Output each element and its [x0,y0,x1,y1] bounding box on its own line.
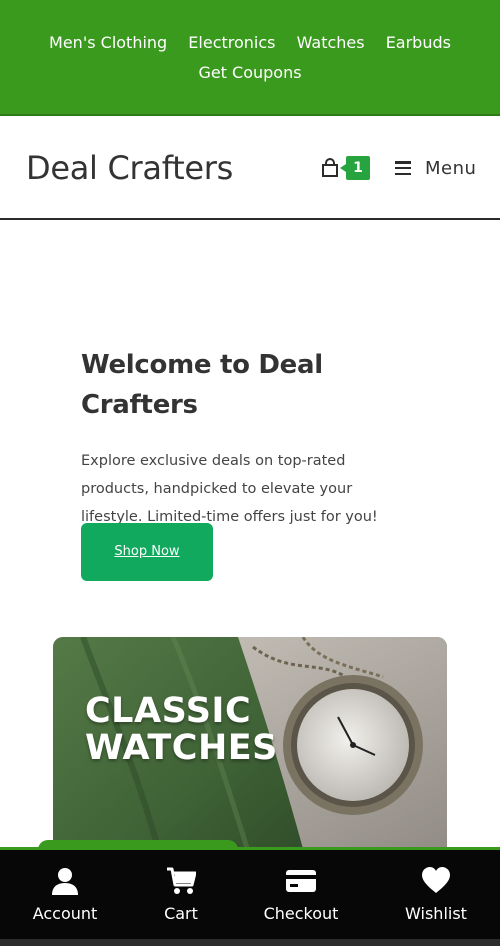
bottom-nav-account[interactable]: Account [10,850,120,939]
hero-title: Welcome to Deal Crafters [81,350,323,420]
top-nav-link-mens-clothing[interactable]: Men's Clothing [49,28,167,58]
bottom-nav-cart[interactable]: Cart [126,850,236,939]
top-nav-link-earbuds[interactable]: Earbuds [386,28,451,58]
banner-title-line1: CLASSIC [85,691,252,731]
bottom-nav-account-label: Account [32,904,98,923]
top-nav-link-watches[interactable]: Watches [297,28,365,58]
system-nav-strip [0,939,500,946]
top-nav: Men's Clothing Electronics Watches Earbu… [30,28,470,88]
top-nav-link-electronics[interactable]: Electronics [188,28,275,58]
hero-description: Explore exclusive deals on top-rated pro… [81,453,378,525]
banner-title: CLASSIC WATCHES [85,693,278,767]
shop-now-button[interactable]: Shop Now [81,523,213,581]
site-title[interactable]: Deal Crafters [26,149,233,187]
bottom-nav-checkout[interactable]: Checkout [246,850,356,939]
top-nav-bar: Men's Clothing Electronics Watches Earbu… [0,0,500,116]
menu-label: Menu [425,157,477,179]
bottom-nav-cart-label: Cart [164,904,198,923]
user-icon [52,868,78,895]
cart-icon [167,867,196,894]
cart-count-badge[interactable]: 1 [340,156,370,180]
top-nav-link-get-coupons[interactable]: Get Coupons [198,58,301,88]
shopping-bag-icon[interactable] [321,158,339,178]
hamburger-icon [395,161,411,175]
bottom-nav-bar: Account Cart Checkout Wishlist [0,847,500,939]
classic-watches-banner[interactable]: CLASSIC WATCHES [53,637,447,867]
menu-toggle-button[interactable]: Menu [395,156,476,180]
hero-section: Welcome to Deal Crafters Explore exclusi… [81,345,421,531]
site-header: Deal Crafters 1 Menu [0,118,500,220]
banner-title-line2: WATCHES [85,728,278,768]
heart-icon [422,867,450,893]
bottom-nav-wishlist[interactable]: Wishlist [381,850,491,939]
bottom-nav-checkout-label: Checkout [263,904,339,923]
bottom-nav-wishlist-label: Wishlist [405,904,467,923]
credit-card-icon [286,870,316,892]
